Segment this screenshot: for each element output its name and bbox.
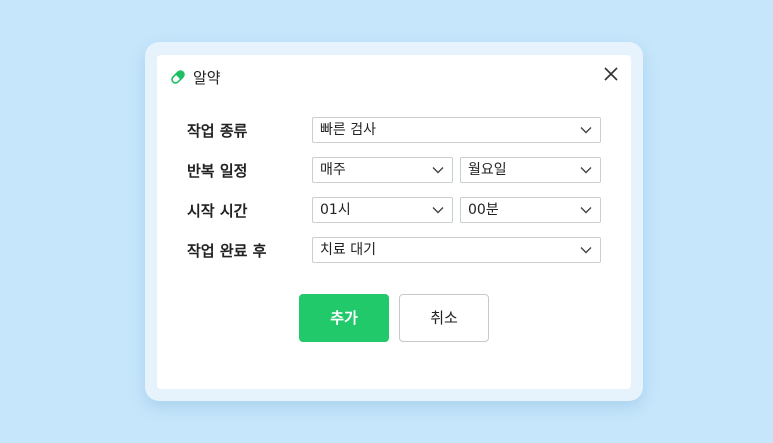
cancel-button[interactable]: 취소 [399, 294, 489, 342]
repeat-frequency-select[interactable]: 매주 [312, 157, 453, 183]
chevron-down-icon [432, 167, 444, 174]
close-icon [604, 66, 618, 85]
chevron-down-icon [580, 207, 592, 214]
after-done-label: 작업 완료 후 [187, 242, 267, 260]
repeat-frequency-value: 매주 [320, 162, 346, 178]
after-done-select[interactable]: 치료 대기 [312, 237, 601, 263]
dialog-titlebar: 알약 [169, 67, 221, 87]
start-hour-value: 01시 [320, 202, 351, 218]
close-button[interactable] [601, 65, 621, 85]
chevron-down-icon [580, 247, 592, 254]
start-minute-value: 00분 [468, 202, 499, 218]
repeat-label: 반복 일정 [187, 162, 248, 180]
start-time-label: 시작 시간 [187, 202, 248, 220]
chevron-down-icon [580, 127, 592, 134]
task-type-row: 작업 종류 빠른 검사 [157, 117, 631, 145]
schedule-dialog: 알약 작업 종류 빠른 검사 반복 일정 매주 월요일 시작 시간 01시 00… [157, 55, 631, 389]
task-type-label: 작업 종류 [187, 122, 248, 140]
chevron-down-icon [432, 207, 444, 214]
start-minute-select[interactable]: 00분 [460, 197, 601, 223]
repeat-row: 반복 일정 매주 월요일 [157, 157, 631, 185]
start-hour-select[interactable]: 01시 [312, 197, 453, 223]
pill-icon [169, 68, 187, 86]
after-done-value: 치료 대기 [320, 242, 376, 258]
chevron-down-icon [580, 167, 592, 174]
repeat-day-select[interactable]: 월요일 [460, 157, 601, 183]
task-type-select[interactable]: 빠른 검사 [312, 117, 601, 143]
task-type-value: 빠른 검사 [320, 122, 376, 138]
dialog-title: 알약 [193, 68, 221, 87]
start-time-row: 시작 시간 01시 00분 [157, 197, 631, 225]
add-button[interactable]: 추가 [299, 294, 389, 342]
repeat-day-value: 월요일 [468, 162, 507, 178]
after-done-row: 작업 완료 후 치료 대기 [157, 237, 631, 265]
